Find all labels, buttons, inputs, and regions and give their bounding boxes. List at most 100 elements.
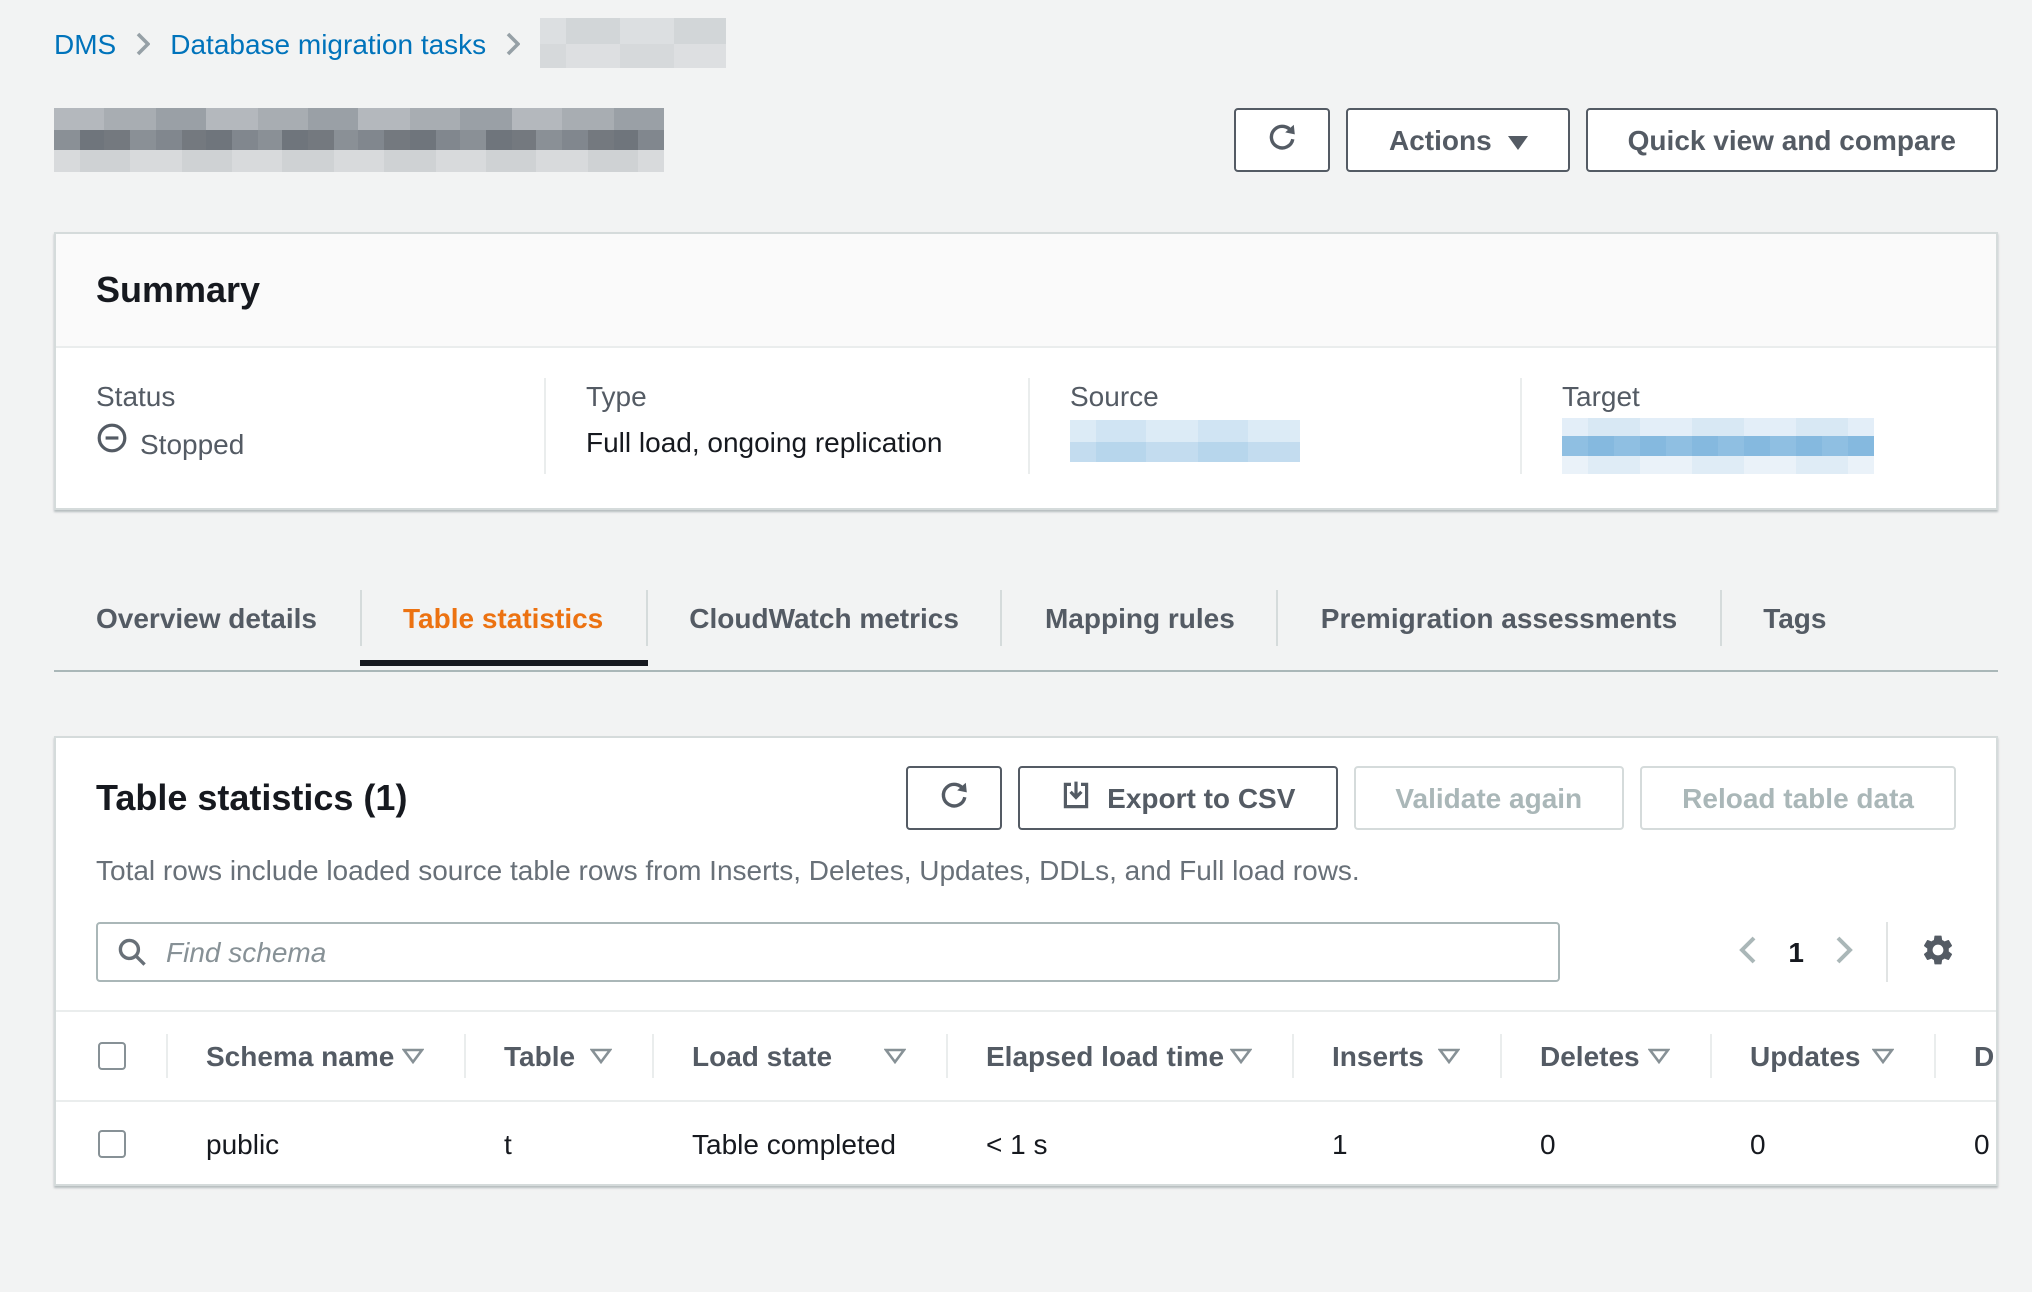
summary-content: Status Stopped Type Full load, ongoing r… (56, 348, 1996, 508)
status-label: Status (96, 378, 504, 414)
quick-view-compare-button[interactable]: Quick view and compare (1586, 108, 1998, 172)
cell-ddls: 0 (1934, 1102, 1998, 1184)
target-value-redacted[interactable] (1562, 418, 1874, 474)
gear-icon (1920, 931, 1956, 973)
refresh-icon (937, 779, 969, 817)
chevron-right-icon (1836, 935, 1854, 969)
column-label: Schema name (206, 1040, 394, 1072)
caret-down-icon (1508, 124, 1528, 156)
sort-icon[interactable] (402, 1048, 424, 1064)
pagination-divider (1886, 922, 1888, 982)
download-icon (1059, 779, 1091, 817)
quick-view-compare-label: Quick view and compare (1628, 124, 1956, 156)
current-page-number[interactable]: 1 (1788, 936, 1804, 968)
stopped-status-icon (96, 422, 128, 466)
tab-mapping-rules[interactable]: Mapping rules (1003, 590, 1279, 646)
cell-inserts: 1 (1292, 1102, 1500, 1184)
find-schema-input[interactable] (96, 922, 1560, 982)
dms-task-page: DMS Database migration tasks Actions (0, 18, 2032, 1292)
actions-button-label: Actions (1389, 124, 1492, 156)
sort-icon[interactable] (884, 1048, 906, 1064)
column-header-schema-name[interactable]: Schema name (166, 1012, 464, 1100)
table-statistics-description: Total rows include loaded source table r… (56, 850, 1996, 890)
export-to-csv-label: Export to CSV (1107, 782, 1295, 814)
page-header: Actions Quick view and compare (54, 108, 1998, 172)
status-text: Stopped (140, 423, 244, 465)
summary-target-field: Target (1520, 378, 1996, 474)
breadcrumb: DMS Database migration tasks (54, 18, 1998, 68)
breadcrumb-redacted-task-name (540, 18, 726, 68)
header-buttons: Actions Quick view and compare (1235, 108, 1998, 172)
target-label: Target (1562, 378, 1956, 414)
summary-status-field: Status Stopped (56, 378, 544, 474)
select-all-checkbox[interactable] (97, 1042, 125, 1070)
table-toolbar: 1 (56, 922, 1996, 982)
summary-type-field: Type Full load, ongoing replication (544, 378, 1028, 474)
table-settings-button[interactable] (1920, 931, 1956, 973)
validate-again-button[interactable]: Validate again (1353, 766, 1624, 830)
sort-icon[interactable] (1872, 1048, 1894, 1064)
column-header-elapsed-load-time[interactable]: Elapsed load time (946, 1012, 1292, 1100)
cell-schema-name: public (166, 1102, 464, 1184)
column-header-deletes[interactable]: Deletes (1500, 1012, 1710, 1100)
export-to-csv-button[interactable]: Export to CSV (1017, 766, 1337, 830)
column-label: Load state (692, 1040, 832, 1072)
refresh-icon (1267, 121, 1299, 159)
sort-icon[interactable] (1230, 1048, 1252, 1064)
previous-page-button[interactable] (1738, 935, 1756, 969)
chevron-right-icon (506, 31, 520, 55)
cell-deletes: 0 (1500, 1102, 1710, 1184)
column-header-inserts[interactable]: Inserts (1292, 1012, 1500, 1100)
row-select-cell (56, 1102, 166, 1184)
table-refresh-button[interactable] (905, 766, 1001, 830)
column-label: Deletes (1540, 1040, 1640, 1072)
summary-title: Summary (96, 268, 1956, 312)
table-statistics-buttons: Export to CSV Validate again Reload tabl… (905, 766, 1956, 830)
cell-updates: 0 (1710, 1102, 1934, 1184)
sort-icon[interactable] (1648, 1048, 1670, 1064)
source-label: Source (1070, 378, 1480, 414)
validate-again-label: Validate again (1395, 782, 1582, 814)
table-statistics-header: Table statistics (1) Export to CSV Valid… (56, 766, 1996, 830)
next-page-button[interactable] (1836, 935, 1854, 969)
actions-button[interactable]: Actions (1347, 108, 1570, 172)
table-statistics-title: Table statistics (1) (96, 777, 407, 819)
cell-elapsed-load-time: < 1 s (946, 1102, 1292, 1184)
refresh-button[interactable] (1235, 108, 1331, 172)
schema-search (96, 922, 1560, 982)
cell-load-state: Table completed (652, 1102, 946, 1184)
summary-card: Summary Status Stopped Type Full load, o… (54, 232, 1998, 510)
table-row: public t Table completed < 1 s 1 0 0 0 (56, 1102, 1998, 1184)
tab-overview-details[interactable]: Overview details (54, 590, 361, 646)
column-label: Inserts (1332, 1040, 1424, 1072)
reload-table-data-label: Reload table data (1682, 782, 1914, 814)
chevron-right-icon (136, 31, 150, 55)
table-statistics-card: Table statistics (1) Export to CSV Valid… (54, 736, 1998, 1186)
column-label: Elapsed load time (986, 1040, 1224, 1072)
tab-premigration-assessments[interactable]: Premigration assessments (1279, 590, 1721, 646)
summary-header: Summary (56, 234, 1996, 348)
tab-cloudwatch-metrics[interactable]: CloudWatch metrics (647, 590, 1003, 646)
summary-source-field: Source (1028, 378, 1520, 474)
status-value: Stopped (96, 422, 504, 466)
reload-table-data-button[interactable]: Reload table data (1640, 766, 1956, 830)
column-header-ddls[interactable]: DDLs (1934, 1012, 1998, 1100)
row-checkbox[interactable] (97, 1129, 125, 1157)
column-label: Updates (1750, 1040, 1860, 1072)
column-header-table[interactable]: Table (464, 1012, 652, 1100)
search-icon (116, 936, 148, 974)
tab-tags[interactable]: Tags (1721, 590, 1868, 646)
sort-icon[interactable] (1438, 1048, 1460, 1064)
source-value-redacted[interactable] (1070, 420, 1300, 462)
select-all-cell (56, 1012, 166, 1100)
column-label: DDLs (1974, 1040, 1998, 1072)
breadcrumb-dms-link[interactable]: DMS (54, 27, 116, 59)
chevron-left-icon (1738, 935, 1756, 969)
breadcrumb-tasks-link[interactable]: Database migration tasks (170, 27, 486, 59)
type-value: Full load, ongoing replication (586, 422, 988, 464)
tab-table-statistics[interactable]: Table statistics (361, 590, 647, 646)
column-header-updates[interactable]: Updates (1710, 1012, 1934, 1100)
cell-table: t (464, 1102, 652, 1184)
sort-icon[interactable] (590, 1048, 612, 1064)
column-header-load-state[interactable]: Load state (652, 1012, 946, 1100)
